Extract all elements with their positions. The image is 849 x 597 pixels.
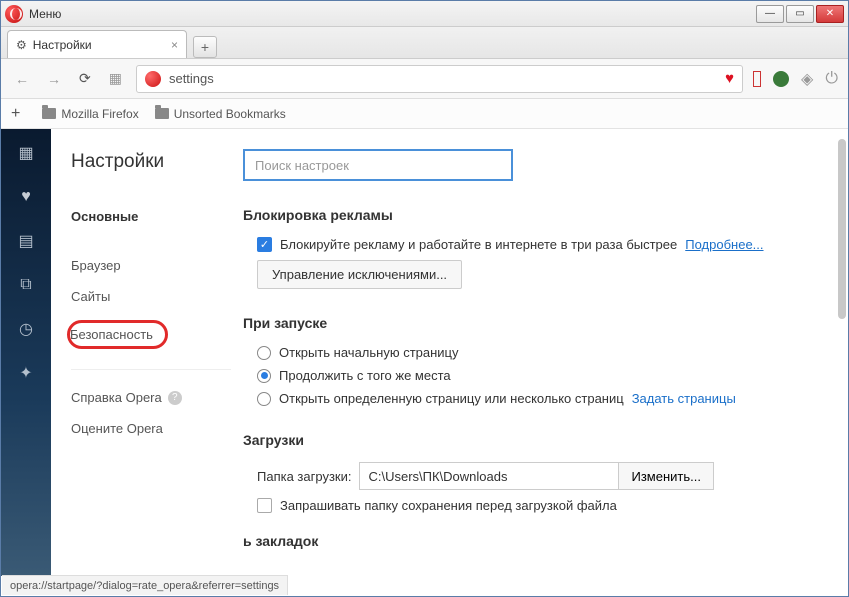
startup-radio-specific[interactable] (257, 392, 271, 406)
history-icon[interactable]: ◷ (16, 319, 36, 339)
startup-radio-home[interactable] (257, 346, 271, 360)
section-adblock-title: Блокировка рекламы (243, 207, 824, 223)
section-bookmarks-title: ь закладок (243, 533, 824, 549)
toolbar: ← → ⟳ ▦ ♥ ◈ ⏻ (1, 59, 848, 99)
bookmark-folder-firefox[interactable]: Mozilla Firefox (42, 107, 138, 121)
sidebar-item-security[interactable]: Безопасность (71, 312, 231, 357)
vpn-globe-icon[interactable] (773, 71, 789, 87)
url-input[interactable] (169, 71, 717, 86)
ask-folder-checkbox[interactable] (257, 498, 272, 513)
adblock-label: Блокируйте рекламу и работайте в интерне… (280, 237, 677, 252)
speed-dial-icon[interactable]: ▦ (16, 143, 36, 163)
bookmark-label: Unsorted Bookmarks (174, 107, 286, 121)
left-icon-bar: ▦ ♥ ▤ ⧉ ◷ ✦ (1, 129, 51, 576)
speed-dial-icon[interactable]: ▦ (105, 68, 126, 89)
bookmark-heart-icon[interactable]: ♥ (725, 70, 734, 87)
startup-radio-continue[interactable] (257, 369, 271, 383)
address-bar[interactable]: ♥ (136, 65, 743, 93)
status-bar: opera://startpage/?dialog=rate_opera&ref… (2, 575, 288, 595)
help-icon: ? (168, 391, 182, 405)
news-icon[interactable]: ▤ (16, 231, 36, 251)
download-folder-input[interactable] (359, 462, 619, 490)
sidebar-toggle-icon[interactable] (753, 71, 761, 87)
minimize-button[interactable]: — (756, 5, 784, 23)
gear-icon: ⚙ (16, 38, 27, 52)
maximize-button[interactable]: ▭ (786, 5, 814, 23)
window-titlebar: Меню — ▭ ✕ (1, 1, 848, 27)
scrollbar[interactable] (838, 139, 846, 319)
add-bookmark-button[interactable]: + (11, 105, 20, 123)
opera-logo-icon (5, 5, 23, 23)
tab-strip: ⚙ Настройки × + (1, 27, 848, 59)
settings-sidebar: Настройки Основные Браузер Сайты Безопас… (51, 129, 231, 576)
menu-button[interactable]: Меню (29, 7, 61, 21)
section-startup-title: При запуске (243, 315, 824, 331)
set-pages-link[interactable]: Задать страницы (632, 391, 736, 406)
startup-opt1-label: Открыть начальную страницу (279, 345, 459, 360)
reload-button[interactable]: ⟳ (75, 68, 95, 89)
bookmark-label: Mozilla Firefox (61, 107, 138, 121)
adblock-more-link[interactable]: Подробнее... (685, 237, 763, 252)
startup-opt3-label: Открыть определенную страницу или нескол… (279, 391, 624, 406)
search-input[interactable] (255, 158, 501, 173)
adblock-shield-icon[interactable]: ◈ (801, 69, 813, 89)
sidebar-item-browser[interactable]: Браузер (71, 250, 231, 281)
forward-button[interactable]: → (43, 69, 65, 89)
opera-o-icon (145, 71, 161, 87)
close-button[interactable]: ✕ (816, 5, 844, 23)
startup-opt2-label: Продолжить с того же места (279, 368, 451, 383)
bookmarks-bar: + Mozilla Firefox Unsorted Bookmarks (1, 99, 848, 129)
change-folder-button[interactable]: Изменить... (619, 462, 713, 490)
sidebar-item-main[interactable]: Основные (71, 201, 231, 232)
tab-title: Настройки (33, 38, 92, 52)
bookmark-folder-unsorted[interactable]: Unsorted Bookmarks (155, 107, 286, 121)
sidebar-item-label: Безопасность (70, 327, 153, 342)
sidebar-item-help[interactable]: Справка Opera ? (71, 382, 231, 413)
sidebar-item-rate[interactable]: Оцените Opera (71, 413, 231, 444)
bookmarks-heart-icon[interactable]: ♥ (16, 187, 36, 207)
tab-close-icon[interactable]: × (171, 38, 178, 52)
sidebar-item-label: Справка Opera (71, 390, 162, 405)
tabs-icon[interactable]: ⧉ (16, 275, 36, 295)
new-tab-button[interactable]: + (193, 36, 217, 58)
adblock-checkbox[interactable]: ✓ (257, 237, 272, 252)
settings-content: Блокировка рекламы ✓ Блокируйте рекламу … (231, 129, 848, 576)
section-downloads-title: Загрузки (243, 432, 824, 448)
folder-icon (42, 108, 56, 119)
back-button[interactable]: ← (11, 69, 33, 89)
sidebar-item-sites[interactable]: Сайты (71, 281, 231, 312)
download-folder-label: Папка загрузки: (257, 469, 351, 484)
battery-saver-icon[interactable]: ⏻ (825, 70, 838, 88)
ask-folder-label: Запрашивать папку сохранения перед загру… (280, 498, 617, 513)
manage-exceptions-button[interactable]: Управление исключениями... (257, 260, 462, 289)
settings-search[interactable] (243, 149, 513, 181)
settings-title: Настройки (71, 151, 231, 173)
folder-icon (155, 108, 169, 119)
tab-settings[interactable]: ⚙ Настройки × (7, 30, 187, 58)
status-url: opera://startpage/?dialog=rate_opera&ref… (10, 580, 279, 592)
extensions-icon[interactable]: ✦ (16, 363, 36, 383)
